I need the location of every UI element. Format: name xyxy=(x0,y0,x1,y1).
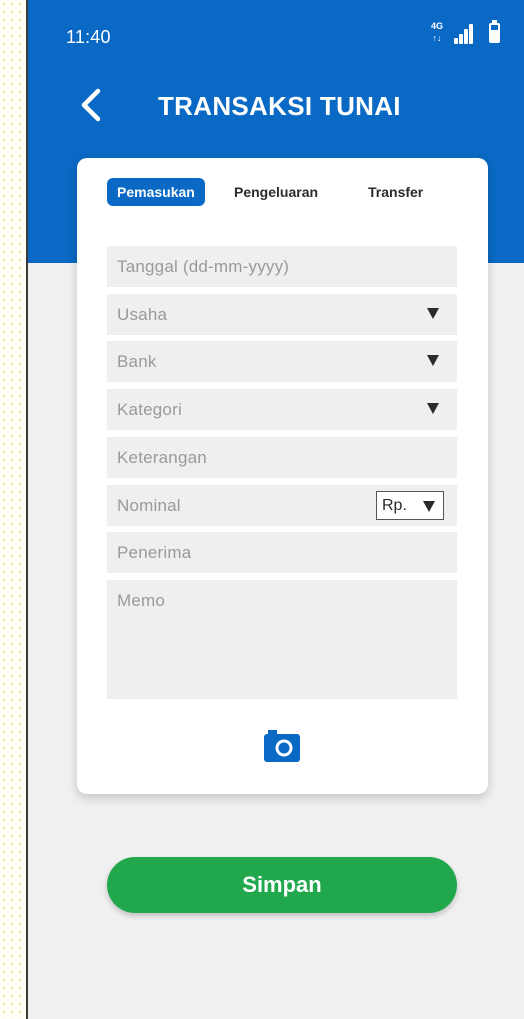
save-button[interactable]: Simpan xyxy=(107,857,457,913)
kategori-placeholder: Kategori xyxy=(117,400,182,419)
status-bar: 11:40 4G ↑↓ xyxy=(28,0,524,70)
transaction-form-card: Pemasukan Pengeluaran Transfer Tanggal (… xyxy=(77,158,488,794)
page-margin-pattern xyxy=(0,0,26,1019)
keterangan-input[interactable]: Keterangan xyxy=(107,437,457,478)
dropdown-arrow-icon xyxy=(427,355,439,366)
penerima-placeholder: Penerima xyxy=(117,543,192,562)
tab-transfer[interactable]: Transfer xyxy=(368,178,423,206)
memo-placeholder: Memo xyxy=(117,591,166,610)
tanggal-input[interactable]: Tanggal (dd-mm-yyyy) xyxy=(107,246,457,287)
phone-screen: 11:40 4G ↑↓ TRANSAKSI TUNAI Pemasukan Pe… xyxy=(28,0,524,1019)
battery-icon xyxy=(489,20,500,43)
dropdown-arrow-icon xyxy=(427,403,439,414)
tab-pemasukan[interactable]: Pemasukan xyxy=(107,178,205,206)
bank-select[interactable]: Bank xyxy=(107,341,457,382)
camera-icon xyxy=(264,730,300,762)
camera-button[interactable] xyxy=(263,729,301,763)
currency-select[interactable]: Rp. xyxy=(376,491,444,520)
nominal-placeholder: Nominal xyxy=(117,496,181,515)
keterangan-placeholder: Keterangan xyxy=(117,448,207,467)
bank-placeholder: Bank xyxy=(117,352,157,371)
network-type-icon: 4G xyxy=(430,21,443,31)
nominal-input[interactable]: Nominal Rp. xyxy=(107,485,457,526)
penerima-input[interactable]: Penerima xyxy=(107,532,457,573)
usaha-placeholder: Usaha xyxy=(117,305,168,324)
usaha-select[interactable]: Usaha xyxy=(107,294,457,335)
currency-value: Rp. xyxy=(382,497,407,514)
tanggal-placeholder: Tanggal (dd-mm-yyyy) xyxy=(117,257,290,276)
dropdown-arrow-icon xyxy=(427,308,439,319)
kategori-select[interactable]: Kategori xyxy=(107,389,457,430)
dropdown-arrow-icon xyxy=(423,501,435,512)
status-time: 11:40 xyxy=(66,27,111,47)
memo-textarea[interactable]: Memo xyxy=(107,580,457,699)
signal-bars-icon xyxy=(454,24,474,44)
back-button[interactable] xyxy=(76,88,106,122)
network-arrows-icon: ↑↓ xyxy=(432,33,442,43)
page-title: TRANSAKSI TUNAI xyxy=(158,91,401,121)
chevron-left-icon xyxy=(81,88,101,122)
tab-pengeluaran[interactable]: Pengeluaran xyxy=(234,178,318,206)
transaction-type-tabs: Pemasukan Pengeluaran Transfer xyxy=(107,178,477,208)
